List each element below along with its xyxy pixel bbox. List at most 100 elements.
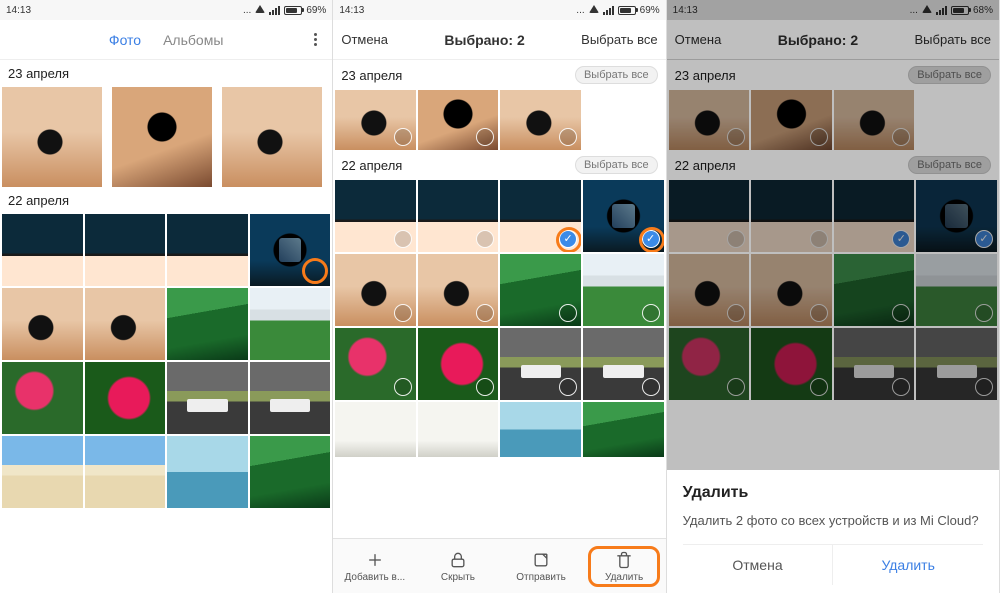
screen-gallery-browse: 14:13 ... 69% Фото Альбомы 23 апреля 22 …: [0, 0, 333, 593]
signal-icon: [603, 6, 614, 15]
photo-thumb[interactable]: [2, 436, 83, 508]
photo-scroll[interactable]: 23 апреля Выбрать все 22 апреля Выбрать …: [333, 60, 665, 593]
photo-thumb[interactable]: [418, 402, 499, 457]
check-empty-icon: [476, 230, 494, 248]
photo-thumb[interactable]: [250, 214, 331, 286]
photo-thumb[interactable]: [2, 87, 102, 187]
wifi-icon: [255, 5, 265, 16]
photo-thumb[interactable]: [335, 254, 416, 326]
section-header: 23 апреля: [0, 60, 332, 87]
check-empty-icon: [476, 378, 494, 396]
photo-thumb[interactable]: [500, 90, 581, 150]
ellipsis-icon: ...: [576, 5, 584, 16]
photo-thumb[interactable]: [335, 402, 416, 457]
dialog-cancel-button[interactable]: Отмена: [683, 545, 834, 585]
photo-thumb[interactable]: [167, 436, 248, 508]
status-time: 14:13: [6, 5, 31, 16]
photo-thumb[interactable]: [2, 288, 83, 360]
status-bar: 14:13 ... 69%: [0, 0, 332, 20]
photo-thumb[interactable]: [167, 214, 248, 286]
section-date: 23 апреля: [341, 68, 402, 83]
photo-thumb[interactable]: [167, 288, 248, 360]
screen-gallery-delete-dialog: 14:13 ... 68% Отмена Выбрано: 2 Выбрать …: [667, 0, 1000, 593]
selection-count: Выбрано: 2: [444, 32, 524, 48]
photo-thumb[interactable]: [2, 214, 83, 286]
dialog-confirm-button[interactable]: Удалить: [833, 545, 983, 585]
check-empty-icon: [394, 230, 412, 248]
photo-thumb[interactable]: [583, 254, 664, 326]
photo-thumb[interactable]: [222, 87, 322, 187]
photo-thumb[interactable]: [335, 90, 416, 150]
photo-thumb[interactable]: [250, 436, 331, 508]
battery-percent: 69%: [640, 5, 660, 16]
check-empty-icon: [559, 378, 577, 396]
check-selected-icon: ✓: [559, 230, 577, 248]
plus-icon: [365, 550, 385, 570]
battery-icon: [618, 6, 636, 15]
photo-thumb[interactable]: [85, 214, 166, 286]
photo-thumb[interactable]: [85, 362, 166, 434]
check-empty-icon: [476, 128, 494, 146]
status-bar: 14:13 ... 69%: [333, 0, 665, 20]
photo-thumb[interactable]: [500, 328, 581, 400]
hide-button[interactable]: Скрыть: [426, 550, 490, 583]
photo-thumb[interactable]: [335, 328, 416, 400]
delete-dialog: Удалить Удалить 2 фото со всех устройств…: [667, 470, 999, 593]
section-date: 22 апреля: [8, 193, 69, 208]
section-select-all[interactable]: Выбрать все: [575, 66, 658, 84]
photo-thumb[interactable]: [335, 180, 416, 252]
photo-thumb[interactable]: [583, 328, 664, 400]
check-empty-icon: [642, 304, 660, 322]
hide-label: Скрыть: [441, 572, 475, 583]
lock-icon: [448, 550, 468, 570]
check-empty-icon: [394, 378, 412, 396]
photo-thumb[interactable]: ✓: [583, 180, 664, 252]
photo-thumb[interactable]: [112, 87, 212, 187]
ellipsis-icon: ...: [243, 5, 251, 16]
tab-albums[interactable]: Альбомы: [163, 32, 223, 48]
photo-thumb[interactable]: [583, 402, 664, 457]
section-date: 22 апреля: [341, 158, 402, 173]
photo-scroll[interactable]: 23 апреля 22 апреля: [0, 60, 332, 593]
photo-thumb[interactable]: [500, 402, 581, 457]
cancel-button[interactable]: Отмена: [341, 32, 388, 47]
tab-photos[interactable]: Фото: [109, 32, 141, 48]
battery-icon: [284, 6, 302, 15]
check-empty-icon: [476, 304, 494, 322]
photo-thumb[interactable]: [418, 180, 499, 252]
add-to-button[interactable]: Добавить в...: [343, 550, 407, 583]
photo-thumb[interactable]: [2, 362, 83, 434]
section-header: 22 апреля: [0, 187, 332, 214]
section-select-all[interactable]: Выбрать все: [575, 156, 658, 174]
photo-thumb[interactable]: [418, 90, 499, 150]
photo-thumb[interactable]: [418, 328, 499, 400]
photo-thumb[interactable]: [500, 254, 581, 326]
screen-gallery-select: 14:13 ... 69% Отмена Выбрано: 2 Выбрать …: [333, 0, 666, 593]
battery-percent: 69%: [306, 5, 326, 16]
trash-icon: [614, 550, 634, 570]
more-icon[interactable]: [306, 31, 324, 49]
check-empty-icon: [642, 378, 660, 396]
photo-thumb[interactable]: [250, 288, 331, 360]
photo-thumb[interactable]: [167, 362, 248, 434]
photo-thumb[interactable]: [418, 254, 499, 326]
send-label: Отправить: [516, 572, 566, 583]
delete-label: Удалить: [605, 572, 643, 583]
section-date: 23 апреля: [8, 66, 69, 81]
photo-thumb[interactable]: [85, 436, 166, 508]
delete-button[interactable]: Удалить: [592, 550, 656, 583]
status-time: 14:13: [339, 5, 364, 16]
send-button[interactable]: Отправить: [509, 550, 573, 583]
wifi-icon: [589, 5, 599, 16]
add-to-label: Добавить в...: [345, 572, 406, 583]
topbar-select: Отмена Выбрано: 2 Выбрать все: [333, 20, 665, 60]
photo-thumb[interactable]: [85, 288, 166, 360]
check-empty-icon: [559, 128, 577, 146]
photo-thumb[interactable]: [250, 362, 331, 434]
action-bar: Добавить в... Скрыть Отправить Удалить: [333, 538, 665, 593]
select-all-button[interactable]: Выбрать все: [581, 32, 657, 47]
check-empty-icon: [394, 128, 412, 146]
signal-icon: [269, 6, 280, 15]
photo-thumb[interactable]: ✓: [500, 180, 581, 252]
dialog-body: Удалить 2 фото со всех устройств и из Mi…: [683, 512, 983, 530]
